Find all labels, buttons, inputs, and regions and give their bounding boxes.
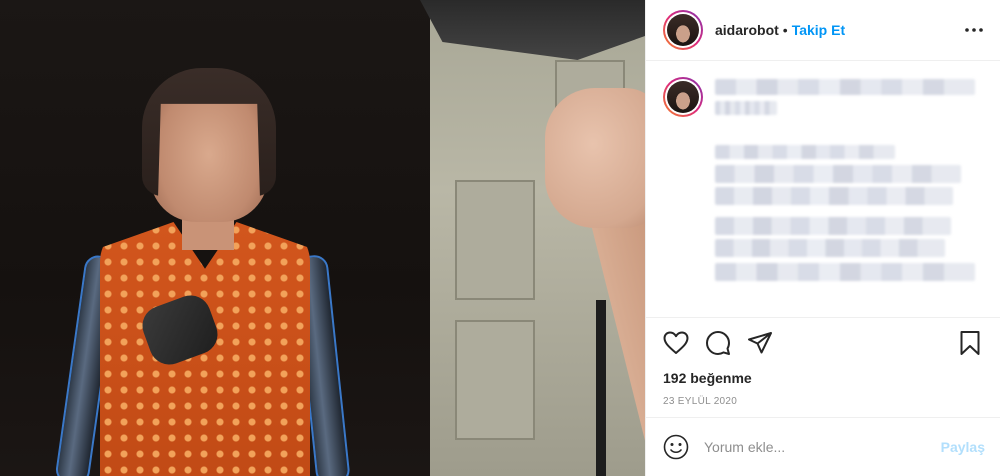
redacted-line — [715, 187, 953, 205]
avatar-image — [667, 14, 699, 46]
post-header: aidarobot • Takip Et — [646, 0, 1000, 61]
comment-input[interactable] — [704, 439, 941, 455]
post-date[interactable]: 23 EYLÜL 2020 — [646, 388, 1000, 418]
bookmark-icon[interactable] — [956, 329, 984, 357]
caption-row — [663, 77, 984, 117]
username-link[interactable]: aidarobot — [715, 22, 779, 38]
header-separator: • — [782, 22, 788, 38]
redacted-line — [715, 79, 975, 95]
emoji-icon[interactable] — [662, 433, 690, 461]
post-actions — [646, 318, 1000, 368]
post-photo[interactable] — [0, 0, 645, 476]
photo-camera-stand — [596, 300, 606, 476]
redacted-line — [715, 263, 975, 281]
post-sidebar: aidarobot • Takip Et 192 beğenme 23 EYLÜ… — [645, 0, 1000, 476]
redacted-line — [715, 239, 945, 257]
redacted-line — [715, 217, 951, 235]
photo-door-panel — [455, 320, 535, 440]
heart-icon[interactable] — [662, 329, 690, 357]
avatar-ring — [665, 79, 701, 115]
paper-plane-icon[interactable] — [746, 329, 774, 357]
follow-button[interactable]: Takip Et — [792, 22, 845, 38]
photo-human-hand — [545, 88, 645, 228]
instagram-post: aidarobot • Takip Et 192 beğenme 23 EYLÜ… — [0, 0, 1000, 476]
comment-composer: Paylaş — [646, 418, 1000, 476]
comments-area[interactable] — [646, 61, 1000, 318]
avatar-ring — [665, 12, 701, 48]
avatar-image — [667, 81, 699, 113]
caption-avatar[interactable] — [663, 77, 703, 117]
caption-text-redacted — [715, 77, 975, 117]
redacted-line — [715, 145, 895, 159]
more-horizontal-icon[interactable] — [962, 18, 986, 42]
caption-body-redacted — [715, 145, 984, 281]
post-comment-button[interactable]: Paylaş — [941, 439, 985, 455]
likes-count[interactable]: 192 beğenme — [646, 368, 1000, 388]
comment-bubble-icon[interactable] — [704, 329, 732, 357]
profile-avatar[interactable] — [663, 10, 703, 50]
redacted-line — [715, 101, 777, 115]
photo-door-panel — [455, 180, 535, 300]
redacted-line — [715, 165, 961, 183]
